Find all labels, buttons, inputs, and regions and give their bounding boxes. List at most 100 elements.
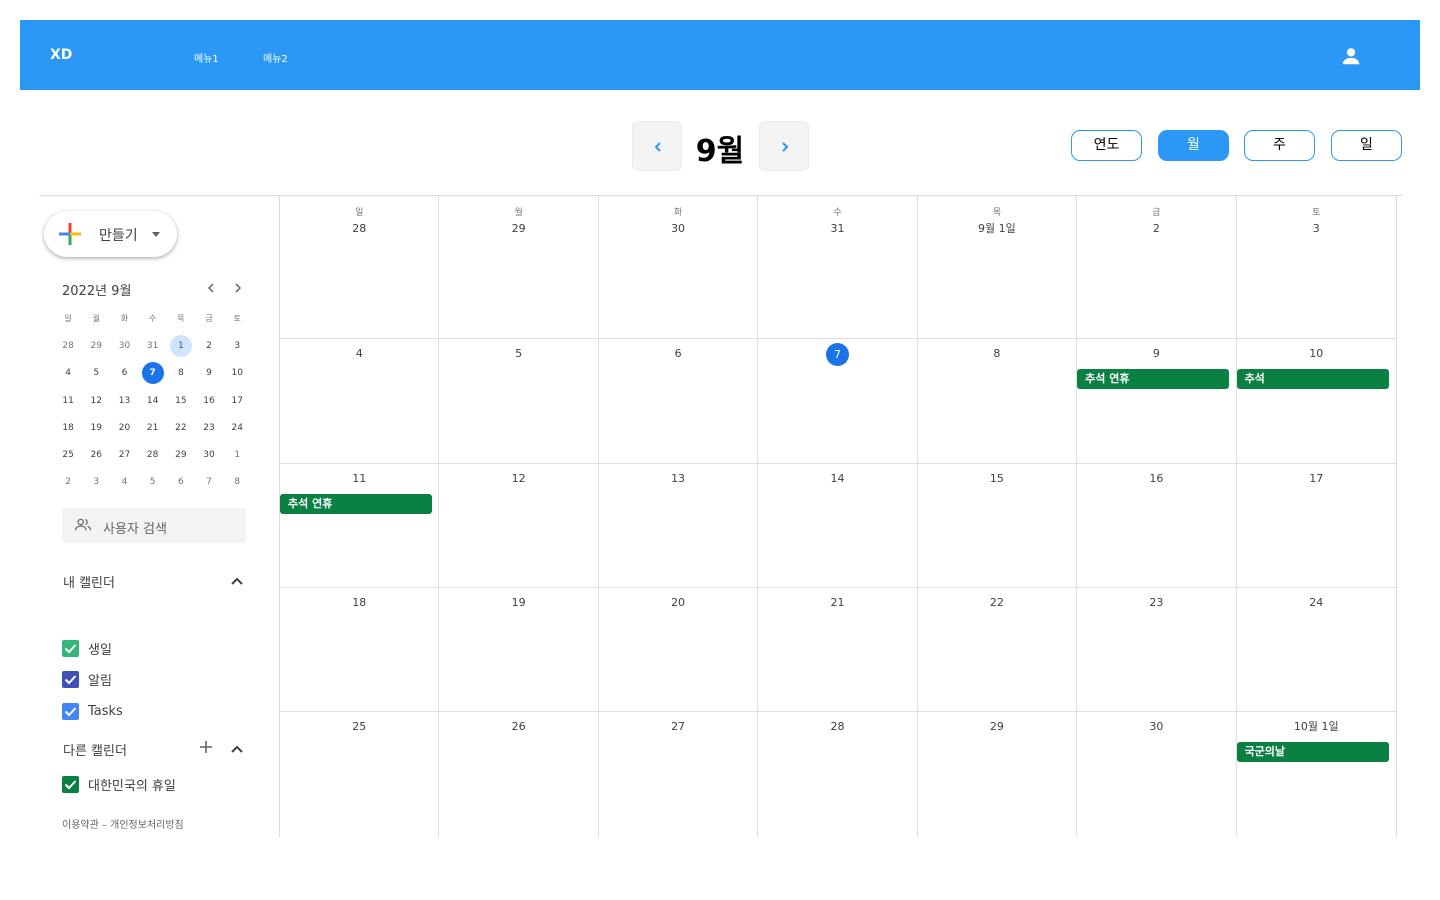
mini-day[interactable]: 27	[110, 441, 138, 468]
chevron-up-icon[interactable]	[230, 576, 244, 586]
user-search-box[interactable]: 사용자 검색	[62, 508, 246, 543]
day-cell[interactable]: 일 28	[280, 196, 440, 339]
day-number[interactable]: 21	[758, 596, 916, 618]
mini-day[interactable]: 5	[82, 360, 110, 387]
day-cell[interactable]: 22	[917, 588, 1078, 712]
day-number[interactable]: 13	[599, 472, 757, 494]
day-cell[interactable]: 26	[439, 712, 599, 837]
mini-day[interactable]: 4	[110, 469, 138, 496]
day-cell[interactable]: 27	[599, 712, 759, 837]
mini-day[interactable]: 30	[110, 332, 138, 359]
day-cell[interactable]: 20	[598, 588, 759, 712]
mini-day[interactable]: 7	[195, 469, 223, 496]
day-number[interactable]: 5	[439, 347, 597, 369]
day-cell[interactable]: 화 30	[598, 196, 759, 339]
mini-day[interactable]: 12	[82, 387, 110, 414]
mini-day[interactable]: 13	[110, 387, 138, 414]
mini-day[interactable]: 20	[110, 414, 138, 441]
mini-day[interactable]: 19	[82, 414, 110, 441]
day-number[interactable]: 23	[1077, 596, 1235, 618]
mini-day[interactable]: 28	[54, 332, 82, 359]
day-number[interactable]: 10	[1237, 347, 1396, 369]
day-cell[interactable]: 29	[918, 712, 1078, 837]
day-cell[interactable]: 25	[280, 712, 440, 837]
day-cell[interactable]: 10월 1일 국군의날	[1236, 712, 1396, 837]
mini-day[interactable]: 28	[139, 441, 167, 468]
mini-day[interactable]: 21	[139, 414, 167, 441]
day-number[interactable]: 9	[1077, 347, 1235, 369]
day-number[interactable]: 6	[599, 347, 757, 369]
day-cell[interactable]: 11 추석 연휴	[280, 464, 440, 588]
day-cell[interactable]: 6	[598, 339, 759, 464]
day-number[interactable]: 7	[758, 343, 916, 369]
mini-day[interactable]: 29	[82, 332, 110, 359]
next-month-button[interactable]	[759, 121, 809, 171]
mini-day[interactable]: 3	[82, 469, 110, 496]
my-calendars-title[interactable]: 내 캘린더	[63, 572, 115, 591]
day-cell[interactable]: 12	[439, 464, 599, 588]
mini-day[interactable]: 14	[139, 387, 167, 414]
mini-day[interactable]: 24	[223, 414, 251, 441]
day-cell[interactable]: 10 추석	[1236, 339, 1396, 464]
mini-day[interactable]: 3	[223, 332, 251, 359]
day-cell[interactable]: 23	[1077, 588, 1237, 712]
day-number[interactable]: 24	[1237, 596, 1396, 618]
day-cell[interactable]: 14	[758, 464, 918, 588]
menu-item-2[interactable]: 메뉴2	[263, 50, 288, 65]
day-cell[interactable]: 수 31	[758, 196, 918, 339]
day-cell[interactable]: 24	[1236, 588, 1396, 712]
mini-day[interactable]: 9	[195, 360, 223, 387]
mini-day[interactable]: 7	[139, 360, 167, 387]
view-month-button[interactable]: 월	[1158, 130, 1229, 161]
footer-links[interactable]: 이용약관 – 개인정보처리방침	[62, 816, 184, 831]
day-number[interactable]: 22	[918, 596, 1076, 618]
view-week-button[interactable]: 주	[1244, 130, 1315, 161]
day-cell[interactable]: 8	[917, 339, 1078, 464]
day-number[interactable]: 12	[439, 472, 597, 494]
day-number[interactable]: 30	[599, 222, 757, 244]
day-cell[interactable]: 19	[439, 588, 599, 712]
view-day-button[interactable]: 일	[1331, 130, 1402, 161]
day-number[interactable]: 26	[439, 720, 597, 742]
day-cell[interactable]: 5	[439, 339, 599, 464]
day-cell[interactable]: 17	[1236, 464, 1396, 588]
calendar-event[interactable]: 추석	[1236, 369, 1389, 389]
calendar-event[interactable]: 추석 연휴	[280, 494, 432, 514]
mini-day[interactable]: 2	[54, 469, 82, 496]
mini-day[interactable]: 15	[167, 387, 195, 414]
mini-day[interactable]: 18	[54, 414, 82, 441]
day-cell[interactable]: 28	[758, 712, 918, 837]
checkbox-checked[interactable]	[62, 670, 79, 688]
calendar-item-tasks[interactable]: Tasks	[62, 702, 123, 720]
day-number[interactable]: 29	[439, 222, 597, 244]
day-number[interactable]: 3	[1237, 222, 1396, 244]
day-number[interactable]: 10월 1일	[1237, 720, 1396, 742]
other-calendars-title[interactable]: 다른 캘린더	[63, 740, 127, 759]
day-cell[interactable]: 18	[280, 588, 440, 712]
add-calendar-icon[interactable]	[199, 740, 213, 754]
calendar-item-reminders[interactable]: 알림	[62, 670, 112, 689]
day-number[interactable]: 20	[599, 596, 757, 618]
mini-day[interactable]: 30	[195, 441, 223, 468]
calendar-event[interactable]: 추석 연휴	[1077, 369, 1230, 389]
day-cell[interactable]: 4	[280, 339, 440, 464]
day-cell[interactable]: 토3	[1236, 196, 1396, 339]
mini-day[interactable]: 1	[167, 332, 195, 359]
day-number[interactable]: 4	[280, 347, 438, 369]
day-number[interactable]: 28	[280, 222, 438, 244]
day-number[interactable]: 17	[1237, 472, 1396, 494]
create-button[interactable]: 만들기	[44, 211, 177, 257]
mini-day[interactable]: 25	[54, 441, 82, 468]
day-number[interactable]: 8	[918, 347, 1076, 369]
mini-day[interactable]: 26	[82, 441, 110, 468]
mini-day[interactable]: 16	[195, 387, 223, 414]
mini-day[interactable]: 31	[139, 332, 167, 359]
checkbox-checked[interactable]	[62, 702, 79, 720]
mini-day[interactable]: 5	[139, 469, 167, 496]
mini-day[interactable]: 22	[167, 414, 195, 441]
day-cell[interactable]: 목 9월 1일	[917, 196, 1078, 339]
mini-prev-month-icon[interactable]	[205, 282, 217, 294]
mini-day[interactable]: 6	[110, 360, 138, 387]
mini-day[interactable]: 29	[167, 441, 195, 468]
day-number[interactable]: 9월 1일	[918, 222, 1076, 244]
